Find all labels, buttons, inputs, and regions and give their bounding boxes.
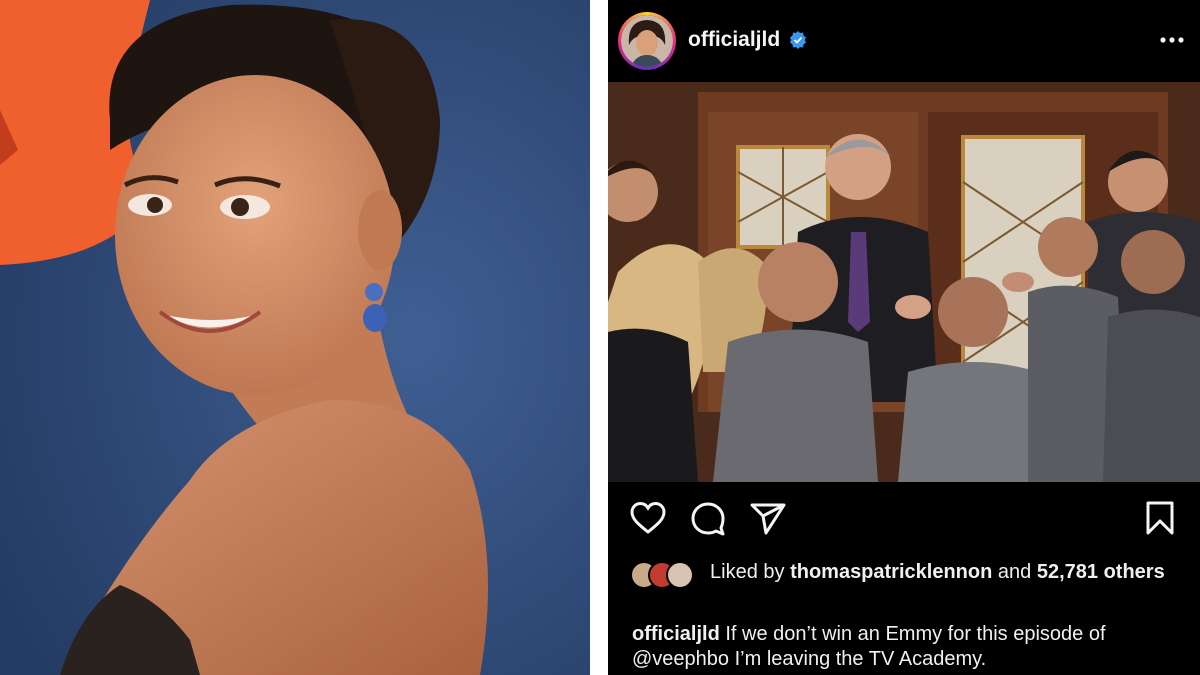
post-username[interactable]: officialjld — [688, 28, 780, 52]
verified-badge-icon — [789, 31, 807, 49]
post-header: officialjld — [608, 0, 1200, 82]
comment-icon[interactable] — [688, 498, 728, 538]
likes-prefix: Liked by — [710, 561, 785, 583]
avatar-image — [621, 15, 673, 67]
bookmark-icon[interactable] — [1140, 498, 1180, 538]
caption-author[interactable]: officialjld — [632, 623, 720, 645]
liker-username[interactable]: thomaspatricklennon — [790, 561, 992, 583]
panel-divider — [590, 0, 608, 675]
likes-text: Liked by thomaspatricklennon and 52,781 … — [710, 560, 1180, 584]
portrait-photo — [0, 0, 590, 675]
likes-joiner: and — [997, 561, 1032, 583]
instagram-post: officialjld Liked by thomaspatricklennon… — [608, 0, 1200, 675]
heart-icon[interactable] — [628, 498, 668, 538]
likes-summary: Liked by thomaspatricklennon and 52,781 … — [630, 560, 1190, 610]
post-actions-bar — [608, 498, 1200, 542]
likes-count[interactable]: 52,781 — [1037, 561, 1098, 583]
post-image[interactable] — [608, 82, 1200, 482]
send-icon[interactable] — [748, 498, 788, 538]
more-horizontal-icon[interactable] — [1158, 30, 1186, 50]
profile-avatar[interactable] — [618, 12, 676, 70]
post-caption: officialjld If we don’t win an Emmy for … — [632, 622, 1192, 672]
likes-suffix[interactable]: others — [1104, 561, 1165, 583]
liker-avatar — [666, 561, 694, 589]
liker-avatars — [630, 561, 700, 589]
